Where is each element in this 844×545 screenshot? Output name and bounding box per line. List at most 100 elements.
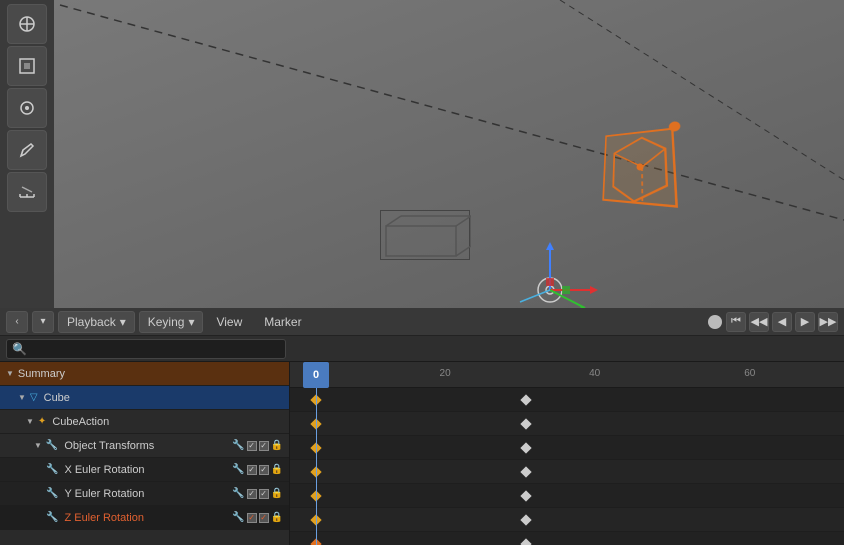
annotate-btn[interactable]	[7, 130, 47, 170]
ruler-40: 40	[589, 368, 600, 379]
y-euler-track[interactable]: 🔧 Y Euler Rotation 🔧 ✓ ✓ 🔒	[0, 482, 289, 506]
kf-row-z	[290, 532, 844, 545]
kf-transforms-30[interactable]	[520, 466, 531, 477]
kf-row-y	[290, 508, 844, 532]
y-euler-icon: 🔧	[46, 488, 58, 499]
viewport-3d[interactable]	[0, 0, 844, 308]
cubeaction-icon: ✦	[38, 416, 46, 427]
transforms-lock-icon: 🔒	[271, 440, 283, 451]
prev-keyframe-btn[interactable]: ◀◀	[749, 312, 769, 332]
keyframe-area[interactable]: 0 20 40 60	[290, 362, 844, 545]
rotate-tool-btn[interactable]	[7, 88, 47, 128]
transforms-wrench-icon: 🔧	[232, 440, 244, 451]
wireframe-box	[380, 210, 470, 260]
x-euler-lock-icon: 🔒	[271, 464, 283, 475]
z-euler-track[interactable]: 🔧 Z Euler Rotation 🔧 ✓ ✓ 🔒	[0, 506, 289, 530]
timeline-header: ‹ ▾ Playback ▾ Keying ▾ View Marker ⏮ ◀◀…	[0, 308, 844, 336]
z-euler-check2[interactable]: ✓	[259, 513, 269, 523]
play-pause-btn[interactable]: ▶	[795, 312, 815, 332]
move-tool-btn[interactable]	[7, 46, 47, 86]
transforms-check1[interactable]: ✓	[247, 441, 257, 451]
marker-label: Marker	[264, 315, 301, 329]
kf-transforms-0[interactable]	[310, 466, 321, 477]
playback-controls: ⏮ ◀◀ ◀ ▶ ▶▶	[726, 312, 838, 332]
x-euler-check1[interactable]: ✓	[247, 465, 257, 475]
record-indicator	[708, 315, 722, 329]
kf-summary-30[interactable]	[520, 394, 531, 405]
prev-frame-btn[interactable]: ◀	[772, 312, 792, 332]
current-frame-num: 0	[313, 369, 319, 381]
y-euler-check2[interactable]: ✓	[259, 489, 269, 499]
z-euler-icon: 🔧	[46, 512, 58, 523]
kf-z-0[interactable]	[310, 538, 321, 545]
kf-x-0[interactable]	[310, 490, 321, 501]
keying-menu-btn[interactable]: Keying ▾	[139, 311, 204, 333]
ruler-60: 60	[744, 368, 755, 379]
kf-action-30[interactable]	[520, 442, 531, 453]
kf-row-action	[290, 436, 844, 460]
viewport-background	[0, 0, 844, 308]
cursor-tool-btn[interactable]	[7, 4, 47, 44]
ruler-20: 20	[440, 368, 451, 379]
x-euler-icon: 🔧	[46, 464, 58, 475]
transforms-controls: 🔧 ✓ ✓ 🔒	[232, 440, 283, 451]
kf-row-x	[290, 484, 844, 508]
transforms-icon: 🔧	[46, 440, 58, 451]
search-icon: 🔍	[12, 342, 27, 356]
view-menu-btn[interactable]: View	[207, 311, 251, 333]
kf-cube-30[interactable]	[520, 418, 531, 429]
nav-back-btn[interactable]: ‹	[6, 311, 28, 333]
x-euler-controls: 🔧 ✓ ✓ 🔒	[232, 464, 283, 475]
y-euler-lock-icon: 🔒	[271, 488, 283, 499]
kf-summary-0[interactable]	[310, 394, 321, 405]
transforms-check2[interactable]: ✓	[259, 441, 269, 451]
transforms-label: Object Transforms	[64, 440, 228, 452]
nav-dropdown-btn[interactable]: ▾	[32, 311, 54, 333]
tracks-panel: ▼ Summary ▼ ▽ Cube ▼ ✦ CubeAction ▼	[0, 362, 290, 545]
object-transforms-track[interactable]: ▼ 🔧 Object Transforms 🔧 ✓ ✓ 🔒	[0, 434, 289, 458]
jump-start-btn[interactable]: ⏮	[726, 312, 746, 332]
timeline-panel: ‹ ▾ Playback ▾ Keying ▾ View Marker ⏮ ◀◀…	[0, 308, 844, 545]
cubeaction-arrow: ▼	[26, 417, 34, 426]
y-euler-controls: 🔧 ✓ ✓ 🔒	[232, 488, 283, 499]
kf-action-0[interactable]	[310, 442, 321, 453]
summary-label: Summary	[18, 368, 283, 380]
current-frame-indicator: 0	[303, 362, 329, 388]
cube-label: Cube	[44, 392, 283, 404]
summary-track[interactable]: ▼ Summary	[0, 362, 289, 386]
x-euler-track[interactable]: 🔧 X Euler Rotation 🔧 ✓ ✓ 🔒	[0, 458, 289, 482]
z-euler-controls: 🔧 ✓ ✓ 🔒	[232, 512, 283, 523]
keying-label: Keying	[148, 315, 185, 329]
cube-track[interactable]: ▼ ▽ Cube	[0, 386, 289, 410]
timeline-body: ▼ Summary ▼ ▽ Cube ▼ ✦ CubeAction ▼	[0, 362, 844, 545]
kf-cube-0[interactable]	[310, 418, 321, 429]
kf-y-0[interactable]	[310, 514, 321, 525]
z-euler-wrench-icon: 🔧	[232, 512, 244, 523]
marker-menu-btn[interactable]: Marker	[255, 311, 310, 333]
kf-row-cube	[290, 412, 844, 436]
cube-arrow: ▼	[18, 393, 26, 402]
measure-btn[interactable]	[7, 172, 47, 212]
cube-icon: ▽	[30, 392, 38, 403]
kf-row-transforms	[290, 460, 844, 484]
keying-arrow: ▾	[188, 315, 194, 329]
playback-arrow: ▾	[120, 315, 126, 329]
next-frame-btn[interactable]: ▶▶	[818, 312, 838, 332]
kf-y-30[interactable]	[520, 514, 531, 525]
kf-z-30[interactable]	[520, 538, 531, 545]
z-euler-lock-icon: 🔒	[271, 512, 283, 523]
y-euler-check1[interactable]: ✓	[247, 489, 257, 499]
transforms-arrow: ▼	[34, 441, 42, 450]
ruler: 0 20 40 60	[290, 362, 844, 388]
y-euler-label: Y Euler Rotation	[64, 488, 228, 500]
x-euler-check2[interactable]: ✓	[259, 465, 269, 475]
search-row: 🔍	[0, 336, 844, 362]
search-input[interactable]	[6, 339, 286, 359]
z-euler-check1[interactable]: ✓	[247, 513, 257, 523]
playback-menu-btn[interactable]: Playback ▾	[58, 311, 135, 333]
kf-x-30[interactable]	[520, 490, 531, 501]
x-euler-wrench-icon: 🔧	[232, 464, 244, 475]
view-label: View	[216, 315, 242, 329]
cubeaction-track[interactable]: ▼ ✦ CubeAction	[0, 410, 289, 434]
kf-row-summary	[290, 388, 844, 412]
